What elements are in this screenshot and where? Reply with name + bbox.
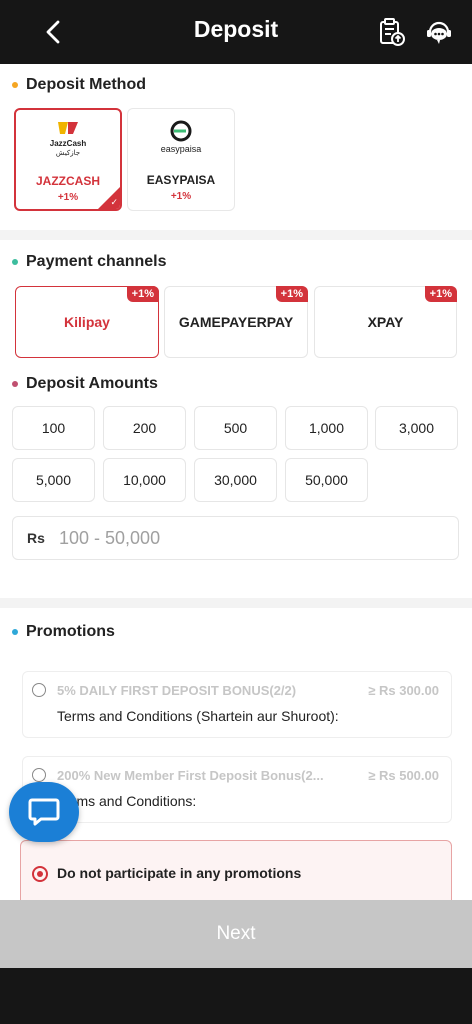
amount-input-box: Rs: [12, 516, 459, 560]
section-dot: [12, 82, 18, 88]
no-promotion-label: Do not participate in any promotions: [57, 865, 302, 881]
deposit-method-card: Deposit Method JazzCash جازکیش JAZZCASH …: [0, 64, 472, 230]
radio-button[interactable]: [32, 768, 46, 782]
amount-option[interactable]: 50,000: [285, 458, 368, 502]
payment-channels-heading: Payment channels: [12, 253, 167, 271]
method-name: JAZZCASH: [35, 174, 100, 188]
currency-label: Rs: [27, 530, 45, 546]
amount-option[interactable]: 3,000: [375, 406, 458, 450]
deposit-content: Deposit Method JazzCash جازکیش JAZZCASH …: [0, 64, 472, 900]
channel-name: GAMEPAYERPAY: [178, 314, 294, 330]
channel-gamepayerpay[interactable]: GAMEPAYERPAY +1%: [164, 286, 308, 358]
promotion-terms[interactable]: Terms and Conditions (Shartein aur Shuro…: [57, 708, 339, 724]
chat-bubble-icon: [28, 798, 60, 826]
channel-bonus-badge: +1%: [424, 286, 457, 302]
next-button[interactable]: Next: [0, 900, 472, 968]
method-bonus: +1%: [170, 191, 192, 202]
radio-selected[interactable]: [32, 866, 48, 882]
deposit-history-button[interactable]: [374, 15, 408, 49]
channel-name: Kilipay: [64, 314, 110, 330]
system-nav-bar: [0, 968, 472, 1024]
promotion-min-amount: ≥ Rs 500.00: [368, 768, 439, 783]
svg-text:easypaisa: easypaisa: [161, 144, 202, 154]
amount-option[interactable]: 100: [12, 406, 95, 450]
promotion-title: 5% DAILY FIRST DEPOSIT BONUS(2/2): [57, 683, 297, 698]
channel-bonus-badge: +1%: [275, 286, 308, 302]
promotion-item[interactable]: 5% DAILY FIRST DEPOSIT BONUS(2/2) ≥ Rs 3…: [22, 671, 452, 738]
promotions-heading: Promotions: [12, 623, 115, 641]
headset-chat-icon: [427, 21, 451, 44]
amount-option[interactable]: 200: [103, 406, 186, 450]
amount-option[interactable]: 5,000: [12, 458, 95, 502]
deposit-method-heading: Deposit Method: [12, 76, 146, 94]
channel-bonus-badge: +1%: [126, 286, 159, 302]
channel-xpay[interactable]: XPAY +1%: [314, 286, 457, 358]
svg-text:جازکیش: جازکیش: [56, 149, 80, 157]
section-dot: [12, 629, 18, 635]
clipboard-upload-icon: [380, 18, 405, 46]
amount-option[interactable]: 500: [194, 406, 277, 450]
deposit-amounts-title: Deposit Amounts: [26, 375, 158, 392]
method-jazzcash[interactable]: JazzCash جازکیش JAZZCASH +1% ✓: [14, 108, 122, 211]
channel-name: XPAY: [367, 314, 404, 330]
promotion-title: 200% New Member First Deposit Bonus(2...: [57, 768, 324, 783]
amount-option[interactable]: 10,000: [103, 458, 186, 502]
easypaisa-logo: easypaisa: [128, 119, 234, 157]
svg-text:JazzCash: JazzCash: [50, 139, 87, 148]
customer-support-button[interactable]: [422, 15, 456, 49]
check-icon: ✓: [110, 197, 118, 207]
deposit-method-title: Deposit Method: [26, 76, 146, 93]
radio-button[interactable]: [32, 683, 46, 697]
section-dot: [12, 259, 18, 265]
no-promotion-option[interactable]: Do not participate in any promotions: [20, 840, 452, 900]
promotions-title: Promotions: [26, 623, 115, 640]
payment-channels-title: Payment channels: [26, 253, 167, 270]
amount-option[interactable]: 1,000: [285, 406, 368, 450]
header-bar: Deposit: [0, 0, 472, 64]
deposit-amounts-heading: Deposit Amounts: [12, 375, 158, 393]
promotion-item[interactable]: 200% New Member First Deposit Bonus(2...…: [22, 756, 452, 823]
method-name: EASYPAISA: [146, 173, 216, 187]
promotion-min-amount: ≥ Rs 300.00: [368, 683, 439, 698]
jazzcash-logo: JazzCash جازکیش: [16, 120, 120, 158]
amount-option[interactable]: 30,000: [194, 458, 277, 502]
live-chat-button[interactable]: [9, 782, 79, 842]
section-dot: [12, 381, 18, 387]
channel-kilipay[interactable]: Kilipay +1%: [15, 286, 159, 358]
method-easypaisa[interactable]: easypaisa EASYPAISA +1%: [127, 108, 235, 211]
amount-input[interactable]: [59, 523, 439, 553]
